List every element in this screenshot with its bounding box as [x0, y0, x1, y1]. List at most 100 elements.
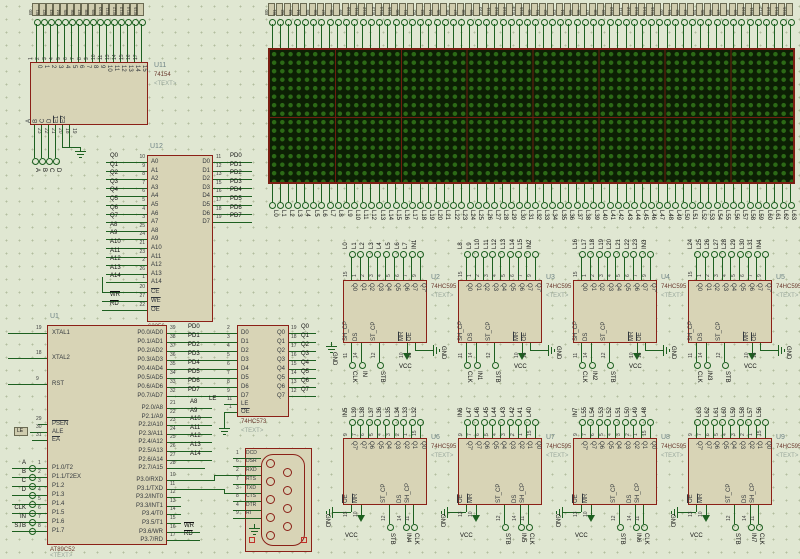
- terminal[interactable]: [672, 202, 679, 209]
- terminal[interactable]: [508, 202, 515, 209]
- terminal[interactable]: [656, 202, 663, 209]
- terminal[interactable]: [481, 419, 488, 426]
- terminal[interactable]: [574, 19, 581, 26]
- terminal[interactable]: [532, 419, 539, 426]
- terminal[interactable]: [392, 251, 399, 258]
- terminal[interactable]: [788, 19, 795, 26]
- terminal[interactable]: [310, 202, 317, 209]
- terminal[interactable]: [507, 251, 514, 258]
- terminal[interactable]: [62, 19, 69, 26]
- terminal[interactable]: [648, 202, 655, 209]
- terminal[interactable]: [111, 19, 118, 26]
- terminal[interactable]: [491, 19, 498, 26]
- terminal[interactable]: [640, 202, 647, 209]
- terminal[interactable]: [458, 202, 465, 209]
- terminal[interactable]: [327, 202, 334, 209]
- terminal[interactable]: [472, 419, 479, 426]
- terminal[interactable]: [515, 251, 522, 258]
- terminal[interactable]: [472, 251, 479, 258]
- terminal[interactable]: [450, 202, 457, 209]
- terminal[interactable]: [532, 19, 539, 26]
- terminal[interactable]: [704, 362, 711, 369]
- terminal[interactable]: [139, 19, 146, 26]
- terminal[interactable]: [737, 251, 744, 258]
- terminal[interactable]: [29, 492, 36, 499]
- terminal[interactable]: [458, 19, 465, 26]
- terminal[interactable]: [639, 251, 646, 258]
- terminal[interactable]: [417, 419, 424, 426]
- terminal[interactable]: [728, 419, 735, 426]
- terminal[interactable]: [516, 19, 523, 26]
- terminal[interactable]: [694, 419, 701, 426]
- terminal[interactable]: [656, 19, 663, 26]
- terminal[interactable]: [294, 202, 301, 209]
- terminal[interactable]: [714, 19, 721, 26]
- terminal[interactable]: [302, 19, 309, 26]
- terminal[interactable]: [29, 510, 36, 517]
- terminal[interactable]: [738, 202, 745, 209]
- terminal[interactable]: [526, 524, 533, 531]
- terminal[interactable]: [475, 202, 482, 209]
- terminal[interactable]: [401, 202, 408, 209]
- terminal[interactable]: [722, 19, 729, 26]
- terminal[interactable]: [498, 419, 505, 426]
- terminal[interactable]: [639, 419, 646, 426]
- terminal[interactable]: [762, 251, 769, 258]
- terminal[interactable]: [343, 19, 350, 26]
- terminal[interactable]: [582, 19, 589, 26]
- terminal[interactable]: [97, 19, 104, 26]
- terminal[interactable]: [76, 19, 83, 26]
- terminal[interactable]: [549, 19, 556, 26]
- terminal[interactable]: [29, 474, 36, 481]
- terminal[interactable]: [755, 19, 762, 26]
- terminal[interactable]: [596, 419, 603, 426]
- terminal[interactable]: [756, 524, 763, 531]
- terminal[interactable]: [515, 419, 522, 426]
- terminal[interactable]: [574, 202, 581, 209]
- terminal[interactable]: [500, 19, 507, 26]
- terminal[interactable]: [763, 19, 770, 26]
- terminal[interactable]: [579, 362, 586, 369]
- terminal[interactable]: [417, 202, 424, 209]
- terminal[interactable]: [722, 362, 729, 369]
- terminal[interactable]: [492, 362, 499, 369]
- terminal[interactable]: [269, 19, 276, 26]
- terminal[interactable]: [582, 202, 589, 209]
- terminal[interactable]: [368, 202, 375, 209]
- terminal[interactable]: [615, 19, 622, 26]
- terminal[interactable]: [366, 251, 373, 258]
- terminal[interactable]: [532, 202, 539, 209]
- terminal[interactable]: [613, 251, 620, 258]
- schematic-canvas[interactable]: U11 74154 <TEXT> U12 62256 U1 AT89C52 <T…: [0, 0, 800, 559]
- terminal[interactable]: [55, 19, 62, 26]
- terminal[interactable]: [500, 202, 507, 209]
- terminal[interactable]: [565, 202, 572, 209]
- terminal[interactable]: [481, 251, 488, 258]
- terminal[interactable]: [285, 19, 292, 26]
- terminal[interactable]: [672, 19, 679, 26]
- terminal[interactable]: [269, 202, 276, 209]
- terminal[interactable]: [327, 19, 334, 26]
- terminal[interactable]: [754, 251, 761, 258]
- terminal[interactable]: [360, 19, 367, 26]
- terminal[interactable]: [755, 202, 762, 209]
- terminal[interactable]: [383, 251, 390, 258]
- terminal[interactable]: [714, 202, 721, 209]
- terminal[interactable]: [607, 19, 614, 26]
- terminal[interactable]: [349, 251, 356, 258]
- terminal[interactable]: [630, 251, 637, 258]
- terminal[interactable]: [524, 202, 531, 209]
- terminal[interactable]: [29, 519, 36, 526]
- terminal[interactable]: [417, 251, 424, 258]
- terminal[interactable]: [711, 419, 718, 426]
- terminal[interactable]: [425, 202, 432, 209]
- terminal[interactable]: [565, 19, 572, 26]
- terminal[interactable]: [464, 251, 471, 258]
- terminal[interactable]: [622, 251, 629, 258]
- terminal[interactable]: [442, 202, 449, 209]
- terminal[interactable]: [83, 19, 90, 26]
- terminal[interactable]: [549, 202, 556, 209]
- terminal[interactable]: [502, 524, 509, 531]
- terminal[interactable]: [747, 202, 754, 209]
- terminal[interactable]: [745, 419, 752, 426]
